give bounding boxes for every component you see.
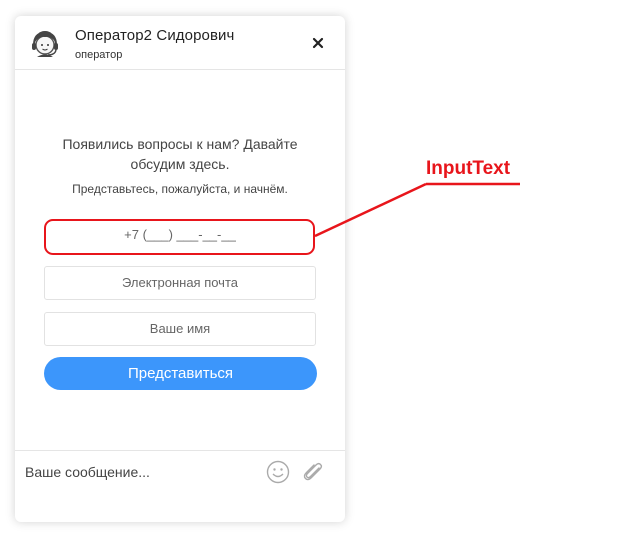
smile-icon[interactable] bbox=[266, 460, 290, 484]
paperclip-icon[interactable] bbox=[302, 460, 324, 484]
intro-text: Появились вопросы к нам? Давайте обсудим… bbox=[15, 134, 345, 196]
name-input[interactable]: Ваше имя bbox=[44, 312, 316, 346]
operator-avatar-icon bbox=[29, 27, 61, 59]
close-icon[interactable] bbox=[309, 34, 327, 52]
submit-button[interactable]: Представиться bbox=[44, 357, 317, 390]
email-input[interactable]: Электронная почта bbox=[44, 266, 316, 300]
operator-role: оператор bbox=[75, 49, 123, 61]
message-footer: Ваше сообщение... bbox=[15, 450, 345, 522]
chat-header: Оператор2 Сидорович оператор bbox=[15, 16, 345, 70]
input-highlight-box bbox=[44, 219, 315, 255]
intro-sub-text: Представьтесь, пожалуйста, и начнём. bbox=[72, 182, 288, 196]
message-input[interactable]: Ваше сообщение... bbox=[25, 461, 255, 483]
operator-name: Оператор2 Сидорович bbox=[75, 27, 235, 44]
intro-main-text: Появились вопросы к нам? Давайте обсудим… bbox=[62, 136, 298, 172]
chat-widget: Оператор2 Сидорович оператор Появились в… bbox=[15, 16, 345, 522]
annotation-label: InputText bbox=[426, 158, 511, 179]
